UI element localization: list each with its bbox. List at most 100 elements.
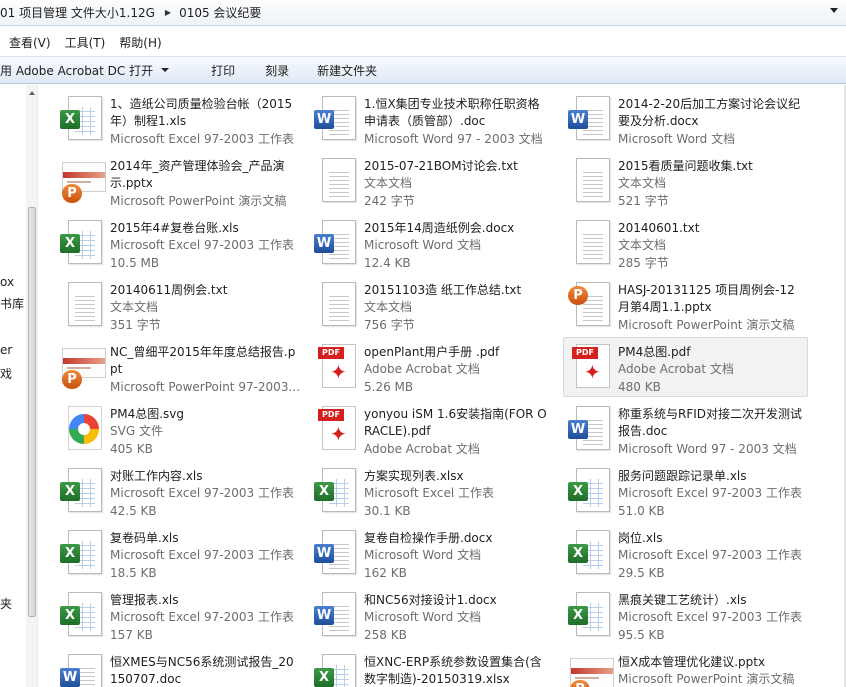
file-size: 29.5 KB <box>618 566 665 580</box>
excel-icon: X <box>568 468 614 516</box>
powerpoint-icon: P <box>568 282 614 330</box>
file-name: 2014年_资产管理体验会_产品演示.pptx <box>110 159 285 190</box>
file-type: Microsoft PowerPoint 演示文稿 <box>110 194 287 208</box>
menu-tools[interactable]: 工具(T) <box>58 34 113 51</box>
powerpoint-thumb-icon: P <box>60 158 106 206</box>
file-name: 2015年4#复卷台账.xls <box>110 221 239 235</box>
file-name: 1、造纸公司质量检验台帐（2015年）制程1.xls <box>110 97 293 128</box>
file-item[interactable]: PDF ✦ PM4总图.pdf Adobe Acrobat 文档 480 KB <box>563 337 808 397</box>
file-name: 20140611周例会.txt <box>110 283 228 297</box>
file-type: 文本文档 <box>110 300 159 314</box>
file-item[interactable]: X 方案实现列表.xlsx Microsoft Excel 工作表 30.1 KB <box>309 461 554 521</box>
file-item[interactable]: W 称重系统与RFID对接二次开发测试报告.doc Microsoft Word 9… <box>563 399 808 459</box>
file-type: Adobe Acrobat 文档 <box>618 362 734 376</box>
excel-icon: X <box>568 530 614 578</box>
file-name: 恒XMES与NC56系统测试报告_20150707.doc <box>110 655 294 686</box>
file-item[interactable]: P 恒X成本管理优化建议.pptx Microsoft PowerPoint 演示文… <box>563 647 808 687</box>
file-item[interactable]: 20140611周例会.txt 文本文档 351 字节 <box>55 275 300 335</box>
powerpoint-thumb-icon: P <box>568 654 614 687</box>
file-item[interactable]: X 恒XNC-ERP系统参数设置集合(含数字制造)-20150319.xlsx <box>309 647 554 687</box>
file-item[interactable]: X 服务问题跟踪记录单.xls Microsoft Excel 97-2003 工作… <box>563 461 808 521</box>
scrollbar-thumb[interactable] <box>28 207 36 617</box>
file-item[interactable]: P HASJ-20131125 项目周例会-12月第4周1.1.pptx Micro… <box>563 275 808 335</box>
file-type: Microsoft Excel 97-2003 工作表 <box>110 132 294 146</box>
open-with-button[interactable]: 使用 Adobe Acrobat DC 打开 <box>0 62 183 79</box>
nav-scrollbar[interactable] <box>26 85 37 687</box>
file-size: 95.5 KB <box>618 628 665 642</box>
file-item[interactable]: X 黑痕关键工艺统计）.xls Microsoft Excel 97-2003 工作… <box>563 585 808 645</box>
burn-button[interactable]: 刻录 <box>249 62 303 79</box>
file-size: 258 KB <box>364 628 407 642</box>
file-item[interactable]: W 和NC56对接设计1.docx Microsoft Word 文档 258 KB <box>309 585 554 645</box>
file-name: 管理报表.xls <box>110 593 179 607</box>
file-item[interactable]: X 管理报表.xls Microsoft Excel 97-2003 工作表 157 … <box>55 585 300 645</box>
breadcrumb-separator-icon[interactable]: ▶ <box>157 8 179 17</box>
file-size: 10.5 MB <box>110 256 160 270</box>
file-size: 521 字节 <box>618 194 669 208</box>
file-type: Microsoft Excel 97-2003 工作表 <box>110 486 294 500</box>
file-item[interactable]: PM4总图.svg SVG 文件 405 KB <box>55 399 300 459</box>
file-item[interactable]: W 2015年14周造纸例会.docx Microsoft Word 文档 12.4 … <box>309 213 554 273</box>
file-name: 2015-07-21BOM讨论会.txt <box>364 159 518 173</box>
file-item[interactable]: W 2014-2-20后加工方案讨论会议纪要及分析.docx Microsoft W… <box>563 89 808 149</box>
file-item[interactable]: W 1.恒X集团专业技术职称任职资格申请表（质管部）.doc Microsoft W… <box>309 89 554 149</box>
file-item[interactable]: W 恒XMES与NC56系统测试报告_20150707.doc <box>55 647 300 687</box>
file-type: Microsoft PowerPoint 演示文稿 <box>618 672 795 686</box>
file-item[interactable]: X 岗位.xls Microsoft Excel 97-2003 工作表 29.5 K… <box>563 523 808 583</box>
new-folder-button[interactable]: 新建文件夹 <box>303 62 391 79</box>
file-size: 51.0 KB <box>618 504 665 518</box>
file-type: Microsoft Excel 97-2003 工作表 <box>110 238 294 252</box>
file-name: 称重系统与RFID对接二次开发测试报告.doc <box>618 407 803 438</box>
word-icon: W <box>314 220 360 268</box>
breadcrumb-parent[interactable]: 01 项目管理 文件大小1.12G <box>0 4 157 21</box>
text-icon <box>60 282 106 330</box>
excel-icon: X <box>60 220 106 268</box>
file-item[interactable]: 20140601.txt 文本文档 285 字节 <box>563 213 808 273</box>
file-type: 文本文档 <box>364 300 413 314</box>
address-dropdown-icon[interactable] <box>830 8 838 13</box>
file-item[interactable]: X 2015年4#复卷台账.xls Microsoft Excel 97-2003 … <box>55 213 300 273</box>
file-size: 405 KB <box>110 442 153 456</box>
chevron-down-icon[interactable] <box>161 68 170 72</box>
word-icon: W <box>568 96 614 144</box>
file-name: 对账工作内容.xls <box>110 469 203 483</box>
powerpoint-thumb-icon: P <box>60 344 106 392</box>
menu-help[interactable]: 帮助(H) <box>112 34 168 51</box>
file-item[interactable]: P 2014年_资产管理体验会_产品演示.pptx Microsoft PowerP… <box>55 151 300 211</box>
file-type: Microsoft Excel 工作表 <box>364 486 495 500</box>
nav-item[interactable]: 夹 <box>0 595 12 612</box>
nav-item[interactable]: er <box>0 343 12 357</box>
file-item[interactable]: 2015看质量问题收集.txt 文本文档 521 字节 <box>563 151 808 211</box>
file-item[interactable]: 20151103造 纸工作总结.txt 文本文档 756 字节 <box>309 275 554 335</box>
file-item[interactable]: X 复卷码单.xls Microsoft Excel 97-2003 工作表 18.5… <box>55 523 300 583</box>
scroll-up-icon[interactable] <box>29 91 35 95</box>
menu-view[interactable]: 查看(V) <box>2 34 58 51</box>
file-item[interactable]: PDF ✦ yonyou iSM 1.6安装指南(FOR ORACLE).pdf Ad… <box>309 399 554 459</box>
file-type: Adobe Acrobat 文档 <box>364 442 480 456</box>
menu-bar: 查看(V) 工具(T) 帮助(H) <box>0 30 846 54</box>
file-name: 方案实现列表.xlsx <box>364 469 464 483</box>
breadcrumb-current[interactable]: 0105 会议纪要 <box>179 4 263 21</box>
address-bar[interactable]: 01 项目管理 文件大小1.12G ▶ 0105 会议纪要 <box>0 0 846 26</box>
excel-icon: X <box>314 654 360 687</box>
file-type: Microsoft Word 97 - 2003 文档 <box>618 442 797 456</box>
file-name: openPlant用户手册 .pdf <box>364 345 500 359</box>
print-button[interactable]: 打印 <box>183 62 249 79</box>
file-size: 285 字节 <box>618 256 669 270</box>
nav-item[interactable]: 书库 <box>0 295 24 312</box>
file-item[interactable]: PDF ✦ openPlant用户手册 .pdf Adobe Acrobat 文档 5.… <box>309 337 554 397</box>
file-type: 文本文档 <box>618 176 667 190</box>
file-item[interactable]: X 对账工作内容.xls Microsoft Excel 97-2003 工作表 42… <box>55 461 300 521</box>
nav-item[interactable]: 戏 <box>0 365 12 382</box>
nav-item[interactable]: ox <box>0 275 14 289</box>
file-name: 2015年14周造纸例会.docx <box>364 221 515 235</box>
pdf-icon: PDF ✦ <box>568 344 614 392</box>
file-item[interactable]: X 1、造纸公司质量检验台帐（2015年）制程1.xls Microsoft Exc… <box>55 89 300 149</box>
file-item[interactable]: W 复卷自检操作手册.docx Microsoft Word 文档 162 KB <box>309 523 554 583</box>
file-item[interactable]: P NC_曾细平2015年年度总结报告.ppt Microsoft PowerPoi… <box>55 337 300 397</box>
file-item[interactable]: 2015-07-21BOM讨论会.txt 文本文档 242 字节 <box>309 151 554 211</box>
file-type: Microsoft Word 文档 <box>364 610 482 624</box>
file-name: 复卷码单.xls <box>110 531 179 545</box>
file-type: Microsoft Excel 97-2003 工作表 <box>110 548 294 562</box>
file-name: 恒X成本管理优化建议.pptx <box>618 655 766 669</box>
